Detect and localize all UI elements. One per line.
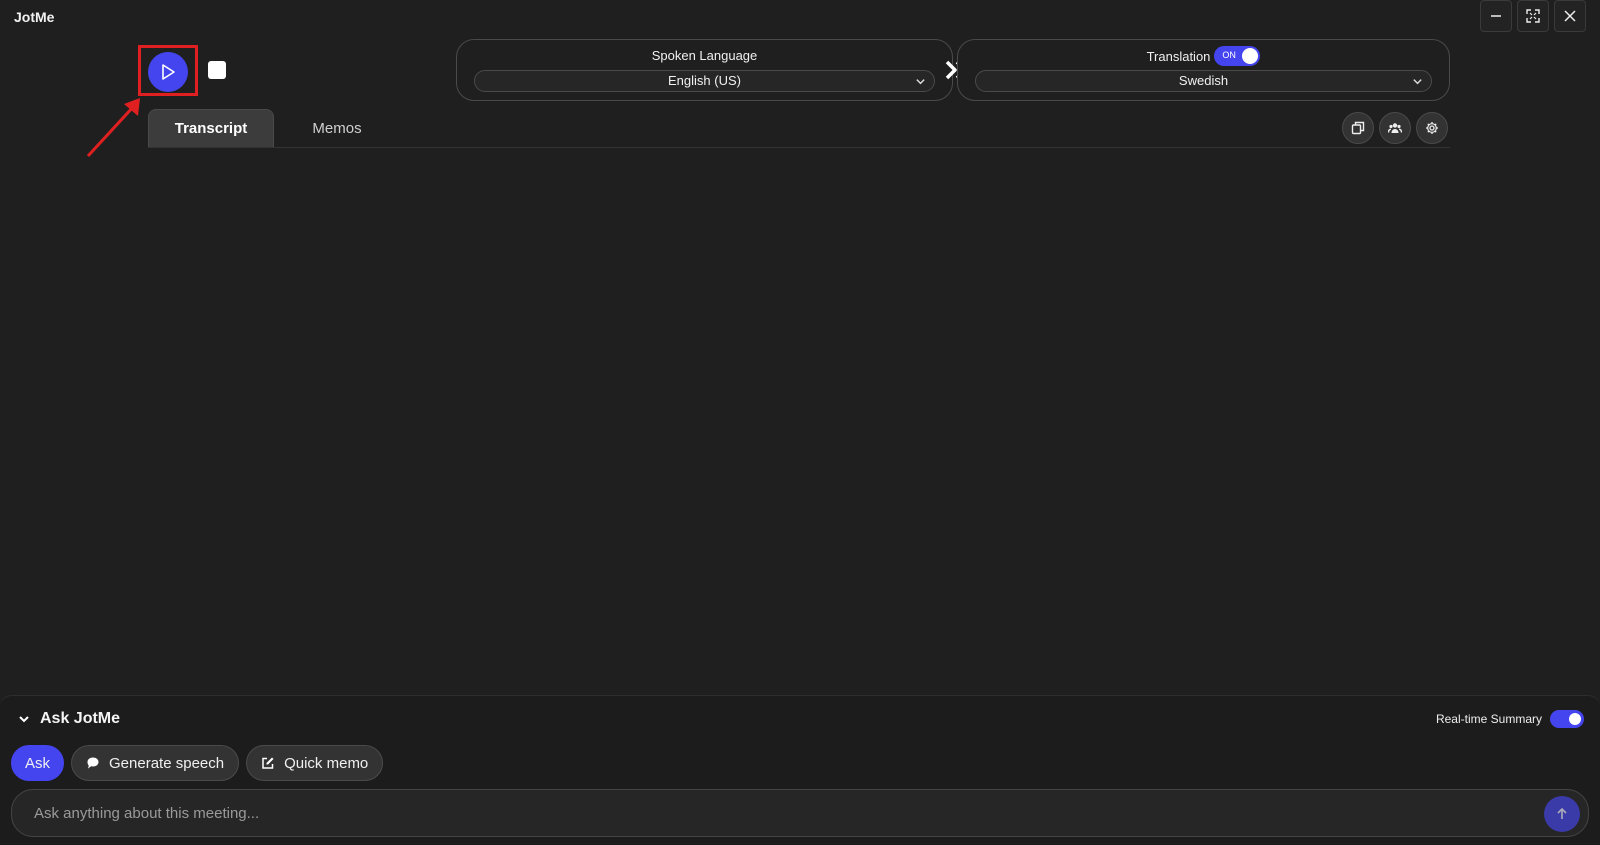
spoken-language-select[interactable]: English (US) [474,70,935,92]
gear-icon [1426,122,1438,134]
app-title: JotMe [14,9,55,25]
ask-header[interactable]: Ask JotMe [18,710,120,728]
fullscreen-button[interactable] [1517,0,1549,32]
translation-label: Translation [1146,48,1211,64]
spoken-language-panel: Spoken Language English (US) [456,39,953,101]
chevron-down-icon [916,79,925,85]
tab-divider [148,147,1450,148]
generate-speech-label: Generate speech [109,754,225,772]
tab-bar: Transcript Memos [148,109,400,147]
translation-header: Translation ON [958,46,1449,66]
copy-button[interactable] [1342,112,1374,144]
minimize-icon [1491,15,1501,17]
toggle-state-label: ON [1222,50,1236,60]
spoken-language-label: Spoken Language [651,48,758,63]
translation-language-value: Swedish [1178,73,1229,88]
ask-chip-label: Ask [25,754,51,772]
play-icon [162,64,175,80]
participants-button[interactable] [1379,112,1411,144]
stop-button[interactable] [208,61,226,79]
tab-transcript[interactable]: Transcript [148,109,274,147]
toolbar [1342,112,1448,144]
edit-icon [262,757,274,769]
tab-memos[interactable]: Memos [274,109,400,147]
ask-chip[interactable]: Ask [11,745,65,781]
ask-input-placeholder: Ask anything about this meeting... [34,805,260,822]
translation-panel: Translation ON Swedish [957,39,1450,101]
close-icon [1564,10,1576,22]
quick-memo-label: Quick memo [284,754,369,772]
ask-input[interactable]: Ask anything about this meeting... [11,789,1589,837]
fullscreen-icon [1526,9,1540,23]
action-chips: Ask Generate speech Quick memo [11,745,384,781]
users-icon [1388,123,1402,133]
title-bar: JotMe [0,0,1600,34]
send-button[interactable] [1544,796,1580,832]
ask-panel: Ask JotMe Real-time Summary Ask Generate… [0,695,1600,845]
speech-bubble-icon [87,757,99,769]
settings-button[interactable] [1416,112,1448,144]
minimize-button[interactable] [1480,0,1512,32]
toggle-knob [1242,48,1259,64]
arrow-up-icon [1557,807,1567,819]
annotation-arrow [86,98,140,158]
realtime-summary: Real-time Summary [1436,710,1584,728]
realtime-summary-toggle[interactable] [1550,710,1584,728]
translation-toggle[interactable]: ON [1214,46,1261,66]
play-button[interactable] [148,52,188,92]
ask-title: Ask JotMe [40,710,121,727]
chevron-down-icon [1413,79,1422,85]
toggle-knob [1569,713,1581,725]
chevron-down-icon[interactable] [18,713,30,725]
translation-language-select[interactable]: Swedish [975,70,1432,92]
generate-speech-chip[interactable]: Generate speech [71,745,240,781]
window-controls [1480,0,1586,32]
realtime-summary-label: Real-time Summary [1435,712,1542,726]
highlight-box [138,45,198,96]
copy-icon [1351,121,1365,135]
quick-memo-chip[interactable]: Quick memo [246,745,384,781]
close-button[interactable] [1554,0,1586,32]
spoken-language-value: English (US) [668,73,741,88]
